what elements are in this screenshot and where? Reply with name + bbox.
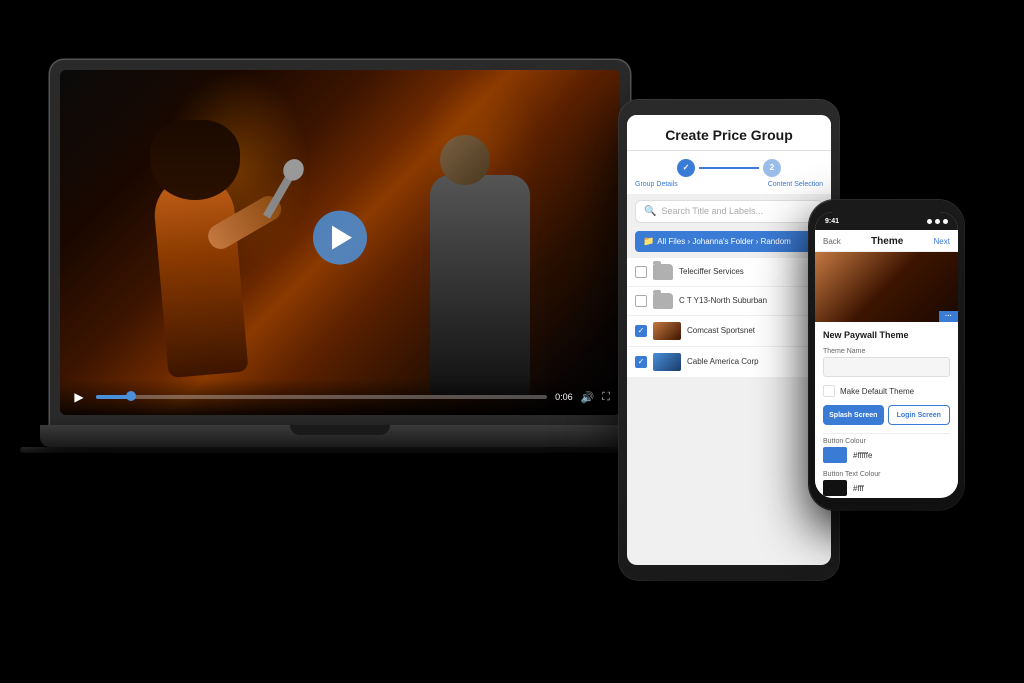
wifi-icon <box>935 219 940 224</box>
video-play-button[interactable]: ▶ <box>70 388 88 406</box>
breadcrumb-text: All Files › Johanna's Folder › Random <box>657 237 791 246</box>
phone-nav-header: Back Theme Next <box>815 230 958 252</box>
step-2-label: 2 <box>770 163 774 172</box>
theme-name-label: Theme Name <box>823 348 950 355</box>
button-text-colour-group: Button Text Colour #fff <box>823 471 950 496</box>
theme-name-group: Theme Name <box>823 348 950 377</box>
create-price-group-title: Create Price Group <box>637 127 821 144</box>
singer-hair <box>150 120 240 200</box>
table-row[interactable]: Teleciffer Services <box>627 258 831 287</box>
phone-concert-thumbnail: ··· <box>815 252 958 322</box>
step-labels-row: Group Details Content Selection <box>627 181 831 194</box>
file-list: Teleciffer Services C T Y13-North Suburb… <box>627 256 831 565</box>
step-1-label: ✓ <box>683 163 690 172</box>
file-name-2: C T Y13-North Suburban <box>679 296 823 305</box>
laptop-base <box>40 425 640 447</box>
search-icon: 🔍 <box>644 206 656 217</box>
phone-device: 9:41 Back Theme Next ··· New Paywall The… <box>809 200 964 510</box>
divider-1 <box>823 433 950 434</box>
step-2-label-text: Content Selection <box>768 181 823 188</box>
button-colour-row: #fffffe <box>823 447 950 463</box>
table-row[interactable]: C T Y13-North Suburban <box>627 287 831 316</box>
phone-thumb-button[interactable]: ··· <box>939 311 958 322</box>
login-screen-label: Login Screen <box>897 412 941 419</box>
phone-next-button[interactable]: Next <box>934 237 950 246</box>
laptop-screen-outer: ▶ 0:06 🔊 ⛶ <box>50 60 630 425</box>
table-row[interactable]: ✓ Comcast Sportsnet <box>627 316 831 347</box>
phone-status-icons <box>927 219 948 224</box>
button-text-colour-label: Button Text Colour <box>823 471 950 478</box>
signal-icon <box>927 219 932 224</box>
progress-bar[interactable] <box>96 395 547 399</box>
splash-screen-button[interactable]: Splash Screen <box>823 405 884 425</box>
file-checkbox-1[interactable] <box>635 266 647 278</box>
video-thumb-2 <box>653 353 681 371</box>
laptop-device: ▶ 0:06 🔊 ⛶ <box>50 60 670 480</box>
step-2-circle: 2 <box>763 159 781 177</box>
laptop-screen: ▶ 0:06 🔊 ⛶ <box>60 70 620 415</box>
folder-icon-2 <box>653 293 673 309</box>
splash-screen-label: Splash Screen <box>829 412 877 419</box>
fullscreen-icon[interactable]: ⛶ <box>602 391 610 404</box>
microphone-head <box>279 155 307 184</box>
default-theme-checkbox[interactable] <box>823 385 835 397</box>
default-theme-row[interactable]: Make Default Theme <box>823 385 950 397</box>
file-name-3: Comcast Sportsnet <box>687 326 823 335</box>
steps-indicator: ✓ 2 <box>627 151 831 181</box>
file-checkbox-4[interactable]: ✓ <box>635 356 647 368</box>
default-theme-label: Make Default Theme <box>840 387 914 396</box>
musician-head <box>440 135 490 185</box>
theme-name-input[interactable] <box>823 357 950 377</box>
step-1-circle: ✓ <box>677 159 695 177</box>
step-1-label-text: Group Details <box>635 181 678 188</box>
play-button[interactable] <box>313 210 367 264</box>
musician-figure <box>410 145 560 395</box>
button-colour-group: Button Colour #fffffe <box>823 438 950 463</box>
play-icon <box>332 225 352 249</box>
laptop-foot <box>20 447 660 453</box>
button-text-colour-value: #fff <box>853 484 864 493</box>
progress-dot <box>126 391 136 401</box>
splash-login-buttons: Splash Screen Login Screen <box>823 405 950 425</box>
main-scene: ▶ 0:06 🔊 ⛶ <box>0 0 1024 683</box>
button-colour-swatch[interactable] <box>823 447 847 463</box>
search-placeholder-text: Search Title and Labels... <box>661 206 763 216</box>
phone-screen-title: Theme <box>871 236 903 247</box>
file-name-4: Cable America Corp <box>687 357 823 366</box>
phone-section-title: New Paywall Theme <box>823 330 950 340</box>
search-bar[interactable]: 🔍 Search Title and Labels... <box>635 200 823 223</box>
tablet-screen: Create Price Group ✓ 2 Group Details Con… <box>627 115 831 565</box>
video-thumb-1 <box>653 322 681 340</box>
phone-time: 9:41 <box>825 218 839 225</box>
button-colour-value: #fffffe <box>853 451 872 460</box>
file-checkbox-2[interactable] <box>635 295 647 307</box>
file-checkbox-3[interactable]: ✓ <box>635 325 647 337</box>
button-colour-label: Button Colour <box>823 438 950 445</box>
progress-fill <box>96 395 132 399</box>
video-time: 0:06 <box>555 392 573 402</box>
volume-icon[interactable]: 🔊 <box>581 391 595 404</box>
video-controls-bar: ▶ 0:06 🔊 ⛶ <box>60 379 620 415</box>
step-connector <box>699 167 759 169</box>
button-text-colour-row: #fff <box>823 480 950 496</box>
singer-figure <box>120 115 320 375</box>
phone-content-area: New Paywall Theme Theme Name Make Defaul… <box>815 322 958 498</box>
button-text-colour-swatch[interactable] <box>823 480 847 496</box>
concert-background: ▶ 0:06 🔊 ⛶ <box>60 70 620 415</box>
breadcrumb-row[interactable]: 📁 All Files › Johanna's Folder › Random <box>635 231 823 252</box>
phone-screen: 9:41 Back Theme Next ··· New Paywall The… <box>815 212 958 498</box>
phone-notch <box>862 200 912 218</box>
table-row[interactable]: ✓ Cable America Corp <box>627 347 831 378</box>
musician-body <box>430 175 530 395</box>
login-screen-button[interactable]: Login Screen <box>888 405 951 425</box>
file-name-1: Teleciffer Services <box>679 267 823 276</box>
folder-icon: 📁 <box>643 236 654 247</box>
singer-body <box>151 172 248 378</box>
folder-icon-1 <box>653 264 673 280</box>
phone-back-button[interactable]: Back <box>823 237 841 246</box>
tablet-device: Create Price Group ✓ 2 Group Details Con… <box>619 100 839 580</box>
battery-icon <box>943 219 948 224</box>
laptop-hinge-notch <box>290 425 390 435</box>
tablet-header: Create Price Group <box>627 115 831 151</box>
